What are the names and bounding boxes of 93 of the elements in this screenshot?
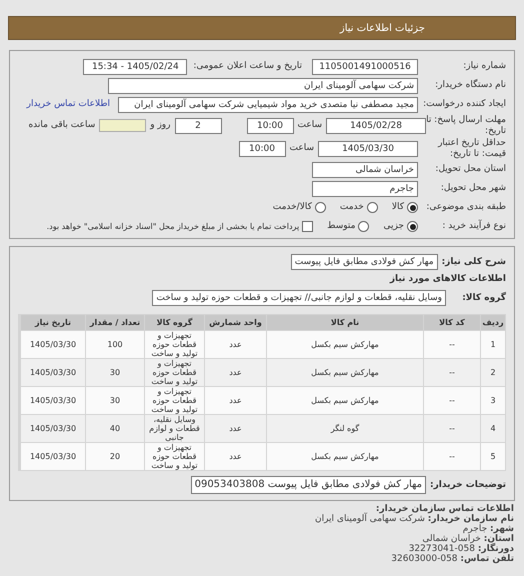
text-field[interactable]: شرکت سهامی آلومینای ایران bbox=[108, 78, 418, 94]
table-cell: عدد bbox=[229, 368, 242, 377]
radio-button[interactable] bbox=[358, 221, 370, 232]
table-cell: 2 bbox=[490, 368, 496, 377]
table-cell: -- bbox=[449, 368, 455, 377]
text-field[interactable]: 1405/02/24 - 15:34 bbox=[83, 58, 188, 74]
table-cell: 3 bbox=[490, 396, 496, 405]
checkbox-label: پرداخت تمام یا بخشی از مبلغ خریداز محل "اسناد خزانه اسلامی" خواهد بود. bbox=[46, 220, 300, 232]
section-title: اطلاعات کالاهای مورد نیاز bbox=[388, 273, 506, 286]
field-label: روز و bbox=[148, 118, 172, 132]
radio-label: متوسط bbox=[327, 220, 356, 233]
table-cell: 4 bbox=[490, 424, 496, 433]
text-field[interactable]: مجید مصطفی نیا متصدی خرید مواد شیمیایی شرکت سهامی آلومینای ایران bbox=[118, 96, 418, 112]
field-label: ایجاد کننده درخواست: bbox=[422, 99, 506, 110]
table-cell: عدد bbox=[229, 424, 242, 433]
text-field[interactable]: 1405/02/28 bbox=[326, 118, 426, 134]
column-header: تاریخ نیاز bbox=[21, 315, 85, 330]
table-cell: عدد bbox=[229, 452, 242, 461]
field-label: شرح کلی نیاز: bbox=[440, 256, 506, 268]
text-field[interactable]: خراسان شمالی bbox=[312, 162, 418, 178]
field-label: مهلت ارسال پاسخ: تا تاریخ: bbox=[426, 114, 506, 136]
table-cell: 1405/03/30 bbox=[30, 340, 76, 349]
radio-label: جزیی bbox=[383, 220, 404, 233]
radio-button[interactable] bbox=[407, 221, 418, 232]
field-label: ساعت bbox=[288, 142, 315, 155]
field-label: ساعت باقی مانده bbox=[27, 118, 96, 132]
remaining-field bbox=[99, 119, 146, 132]
field-label: شهر محل تحویل: bbox=[440, 183, 506, 194]
table-cell: 1405/03/30 bbox=[30, 368, 76, 377]
field-label: توضیحات خریدار: bbox=[429, 480, 506, 490]
column-header: نام کالا bbox=[267, 315, 423, 330]
column-header: گروه کالا bbox=[145, 315, 204, 330]
table-cell: 40 bbox=[110, 424, 120, 433]
radio-button[interactable] bbox=[366, 202, 378, 213]
radio-label: کالا/خدمت bbox=[272, 200, 312, 214]
column-header: تعداد / مقدار bbox=[86, 315, 144, 330]
table-cell: -- bbox=[449, 424, 455, 433]
field-label: طبقه بندی موضوعی: bbox=[425, 202, 506, 213]
radio-label: کالا bbox=[392, 200, 404, 214]
table-cell: مهارکش سیم بکسل bbox=[311, 340, 379, 349]
table-cell-text: تجهیزات و قطعات حوزه تولید و ساخت bbox=[150, 359, 199, 386]
field-label: ساعت bbox=[296, 118, 323, 132]
text-field[interactable]: 10:00 bbox=[238, 140, 286, 156]
column-header: کد کالا bbox=[424, 315, 480, 330]
text-field[interactable]: 1105001491000516 bbox=[312, 58, 418, 74]
table-cell-text: تجهیزات و قطعات حوزه تولید و ساخت bbox=[150, 331, 199, 358]
text-field[interactable]: مهار کش فولادی مطابق فایل پیوست 09053403808 bbox=[190, 476, 426, 494]
table-cell: عدد bbox=[229, 340, 242, 349]
field-label: نوع فرآیند خرید : bbox=[441, 221, 506, 232]
table-cell-text: تجهیزات و قطعات حوزه تولید و ساخت bbox=[150, 387, 199, 414]
field-label: نام دستگاه خریدار: bbox=[434, 80, 506, 91]
field-label: گروه کالا: bbox=[461, 292, 506, 304]
checkbox[interactable] bbox=[302, 221, 314, 232]
table-cell: گوه لنگر bbox=[330, 424, 360, 433]
field-label: تاریخ و ساعت اعلان عمومی: bbox=[192, 61, 303, 72]
contact-line: نام سازمان خریدار: شرکت سهامی آلومینای ایران bbox=[314, 514, 514, 524]
text-field[interactable]: وسایل نقلیه، قطعات و لوازم جانبی// تجهیزات و قطعات حوزه تولید و ساخت bbox=[152, 290, 446, 306]
field-label: شماره نیاز: bbox=[462, 61, 506, 72]
column-header: واحد شمارش bbox=[205, 315, 266, 330]
field-label: استان محل تحویل: bbox=[434, 164, 506, 175]
table-cell: -- bbox=[449, 340, 455, 349]
contact-link[interactable]: اطلاعات تماس خریدار bbox=[26, 98, 110, 112]
text-field[interactable]: 2 bbox=[174, 118, 222, 134]
table-cell: 1405/03/30 bbox=[30, 424, 76, 433]
contact-title: اطلاعات تماس سازمان خریدار: bbox=[374, 504, 514, 514]
table-cell: مهارکش سیم بکسل bbox=[311, 452, 379, 461]
radio-label: خدمت bbox=[340, 200, 364, 214]
contact-line: شهر: جاجرم bbox=[462, 524, 514, 534]
table-cell: عدد bbox=[229, 396, 242, 405]
table-cell: 1405/03/30 bbox=[30, 452, 76, 461]
column-header: ردیف bbox=[481, 315, 505, 330]
table-cell: مهارکش سیم بکسل bbox=[311, 368, 379, 377]
table-cell: 30 bbox=[110, 368, 120, 377]
contact-line: استان: خراسان شمالی bbox=[421, 534, 514, 544]
table-cell-text: وسایل نقلیه، قطعات و لوازم جانبی bbox=[148, 415, 201, 442]
radio-button[interactable] bbox=[407, 202, 418, 213]
text-field[interactable]: مهار کش فولادی مطابق فایل پیوست bbox=[290, 254, 438, 270]
table-cell: مهارکش سیم بکسل bbox=[311, 396, 379, 405]
table-cell: 100 bbox=[107, 340, 123, 349]
radio-button[interactable] bbox=[314, 202, 326, 213]
table-cell-text: تجهیزات و قطعات حوزه تولید و ساخت bbox=[150, 443, 199, 470]
page-header: جزئیات اطلاعات نیاز bbox=[8, 16, 516, 40]
table-cell: -- bbox=[449, 396, 455, 405]
field-label: حداقل تاریخ اعتبار قیمت: تا تاریخ: bbox=[436, 138, 506, 160]
text-field[interactable]: 10:00 bbox=[246, 118, 294, 134]
table-cell: 1 bbox=[490, 340, 496, 349]
text-field[interactable]: جاجرم bbox=[312, 180, 418, 196]
table-cell: 30 bbox=[110, 396, 120, 405]
table-cell: 1405/03/30 bbox=[30, 396, 76, 405]
table-cell: 5 bbox=[490, 452, 496, 461]
table-cell: -- bbox=[449, 452, 455, 461]
text-field[interactable]: 1405/03/30 bbox=[318, 140, 418, 156]
table-cell: 20 bbox=[110, 452, 120, 461]
